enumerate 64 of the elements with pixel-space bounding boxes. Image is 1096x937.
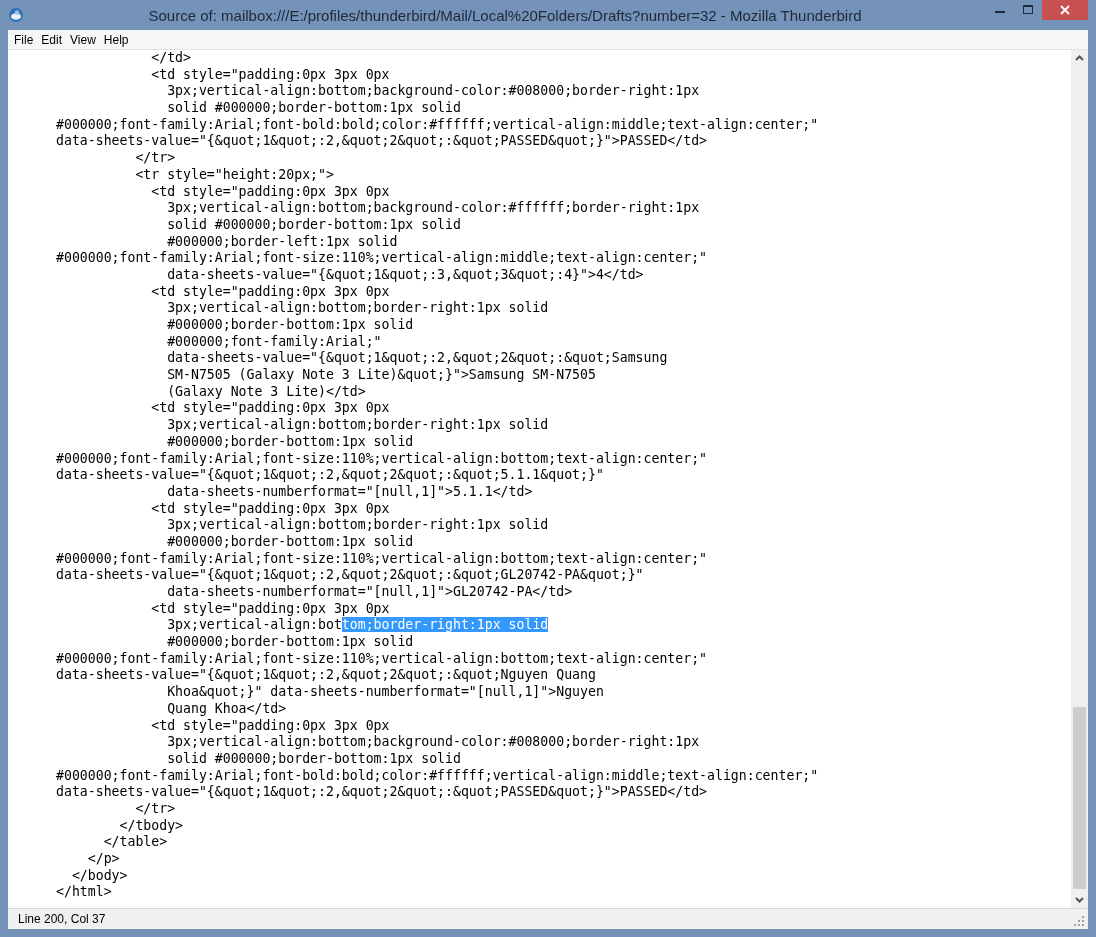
source-line: #000000;font-family:Arial;font-bold:bold;color:#ffffff;vertical-align:middle;text-align:center;" [56, 116, 819, 134]
source-line: <td style="padding:0px 3px 0px [150, 183, 390, 201]
source-line: <td style="padding:0px 3px 0px [150, 283, 390, 301]
source-line: (Galaxy Note 3 Lite)</td> [166, 383, 366, 401]
menu-item[interactable]: Help [101, 32, 135, 47]
source-line: #000000;font-family:Arial;font-size:110%;vertical-align:bottom;text-align:center;" [56, 650, 708, 668]
source-line: data-sheets-value="{&quot;1&quot;:2,&quot;2&quot;:&quot;5.1.1&quot;}" [56, 467, 604, 484]
source-line: 3px;vertical-align:bottom;border-right:1px solid [166, 300, 549, 317]
source-line: <td style="padding:0px 3px 0px [150, 66, 390, 84]
cursor-position: Line 200, Col 37 [17, 912, 106, 926]
source-line: data-sheets-value="{&quot;1&quot;:2,&quot;2&quot;:&quot;Nguyen Quang [56, 667, 596, 685]
source-line: #000000;border-bottom:1px solid [166, 317, 414, 334]
menu-item[interactable]: Edit [39, 32, 69, 47]
source-line: <tr style="height:20px;"> [134, 166, 334, 184]
window-title: Source of: mailbox:///E:/profiles/thunderbird/Mail/Local%20Folders/Drafts?number=32 - Mozilla Thunderbird [147, 6, 863, 24]
app-icon [8, 7, 24, 23]
source-line: #000000;font-family:Arial;font-size:110%;vertical-align:middle;text-align:center;" [56, 250, 708, 267]
source-line: #000000;border-bottom:1px solid [166, 533, 414, 551]
close-button[interactable] [1042, 0, 1088, 20]
source-line: <td style="padding:0px 3px 0px [150, 400, 390, 418]
source-line: </tr> [134, 800, 176, 818]
source-line: </tbody> [118, 817, 184, 835]
source-line: data-sheets-value="{&quot;1&quot;:3,&quot;3&quot;:4}">4</td> [166, 266, 644, 284]
source-line: data-sheets-value="{&quot;1&quot;:2,&quot;2&quot;:&quot;PASSED&quot;}">PASSED</td> [56, 784, 708, 801]
source-line: solid #000000;border-bottom:1px solid [166, 216, 461, 234]
source-line: 3px;vertical-align:bottom;border-right:1px solid [166, 517, 549, 534]
source-line: #000000;border-left:1px solid [166, 233, 398, 251]
source-line: </body> [70, 867, 128, 885]
source-line: SM-N7505 (Galaxy Note 3 Lite)&quot;}">Samsung SM-N7505 [166, 367, 596, 384]
source-line: 3px;vertical-align:bottom;background-color:#ffffff;border-right:1px [166, 200, 700, 217]
close-icon [1060, 5, 1070, 15]
source-line: data-sheets-value="{&quot;1&quot;:2,&quot;2&quot;:&quot;Samsung [166, 350, 668, 368]
source-line: data-sheets-numberformat="[null,1]">5.1.1</td> [166, 483, 533, 501]
maximize-icon [1023, 5, 1033, 15]
resize-grip-icon[interactable] [1073, 915, 1085, 927]
source-line: #000000;font-family:Arial;font-size:110%;vertical-align:bottom;text-align:center;" [56, 550, 708, 568]
source-line: 3px;vertical-align:bottom;background-color:#008000;border-right:1px [166, 734, 700, 751]
source-line: </td> [150, 50, 191, 67]
source-line: <td style="padding:0px 3px 0px [150, 600, 390, 618]
source-line: <td style="padding:0px 3px 0px [150, 717, 390, 735]
source-line: #000000;font-family:Arial;font-size:110%;vertical-align:bottom;text-align:center;" [56, 450, 708, 468]
source-line: data-sheets-value="{&quot;1&quot;:2,&quot;2&quot;:&quot;GL20742-PA&quot;}" [56, 567, 644, 584]
source-line: 3px;vertical-align:bottom;border-right:1px solid [166, 617, 549, 635]
selected-text: tom;border-right:1px solid [341, 617, 549, 633]
source-line: solid #000000;border-bottom:1px solid [166, 100, 461, 117]
source-line: </p> [86, 851, 120, 868]
source-line: #000000;border-bottom:1px solid [166, 634, 414, 651]
source-line: </table> [102, 834, 168, 851]
menu-item[interactable]: View [68, 32, 102, 47]
source-line: 3px;vertical-align:bottom;border-right:1px solid [166, 417, 549, 434]
source-line: #000000;font-family:Arial;" [166, 333, 382, 351]
source-line: data-sheets-numberformat="[null,1]">GL20742-PA</td> [166, 584, 573, 601]
source-line: Quang Khoa</td> [166, 700, 287, 718]
source-line: #000000;font-family:Arial;font-bold:bold;color:#ffffff;vertical-align:middle;text-align:center;" [56, 767, 819, 785]
source-line: data-sheets-value="{&quot;1&quot;:2,&quot;2&quot;:&quot;PASSED&quot;}">PASSED</td> [56, 133, 708, 151]
scrollbar-thumb[interactable] [1073, 707, 1086, 889]
source-line: </html> [56, 884, 112, 902]
source-line: <td style="padding:0px 3px 0px [150, 500, 390, 518]
menu-item[interactable]: File [12, 32, 40, 47]
source-line: </tr> [134, 150, 176, 167]
source-line: 3px;vertical-align:bottom;background-color:#008000;border-right:1px [166, 83, 700, 101]
source-line: solid #000000;border-bottom:1px solid [166, 750, 461, 768]
source-line: #000000;border-bottom:1px solid [166, 433, 414, 451]
source-line: Khoa&quot;}" data-sheets-numberformat="[null,1]">Nguyen [166, 684, 604, 701]
